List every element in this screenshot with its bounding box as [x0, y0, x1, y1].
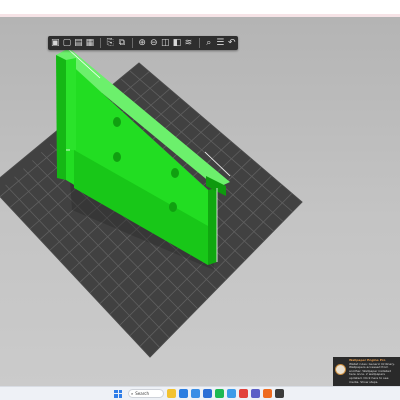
mount-hole	[113, 117, 121, 127]
delete-icon: ▢	[62, 37, 72, 48]
split-objects-button[interactable]: ◫	[160, 37, 171, 49]
3d-viewport[interactable]: ▣ ▢ ▤ ▦ ⎘ ⧉ ⊕ ⊖ ◫ ◧ ≋ ⌕ ☰ ↶	[0, 17, 400, 386]
remove-instance-icon: ⊖	[149, 37, 158, 48]
top-toolbar: ▣ ▢ ▤ ▦ ⎘ ⧉ ⊕ ⊖ ◫ ◧ ≋ ⌕ ☰ ↶	[48, 36, 238, 50]
taskbar-search[interactable]: ⌕ Search	[128, 389, 164, 398]
split-parts-icon: ◧	[172, 37, 182, 48]
scene-canvas[interactable]	[0, 17, 400, 386]
copy-button[interactable]: ⎘	[105, 37, 116, 49]
delete-button[interactable]: ▢	[62, 37, 73, 49]
title-strip	[0, 0, 400, 17]
notification-body: Wallet rules: Generic Ordinary. Wallpape…	[349, 361, 395, 380]
spotify-icon[interactable]	[215, 389, 224, 398]
mount-hole	[113, 152, 121, 162]
add-instance-icon: ⊕	[138, 37, 146, 48]
app-avatar-icon	[335, 364, 346, 375]
undo-icon: ↶	[228, 37, 236, 48]
paste-button[interactable]: ⧉	[117, 37, 128, 49]
toolbar-separator	[132, 38, 133, 48]
split-parts-button[interactable]: ◧	[172, 37, 183, 49]
paste-icon: ⧉	[118, 37, 126, 48]
slicer-icon[interactable]	[263, 389, 272, 398]
chrome-icon[interactable]	[239, 389, 248, 398]
terminal-icon[interactable]	[275, 389, 284, 398]
mount-hole	[171, 168, 179, 178]
mount-hole	[169, 202, 177, 212]
search-button[interactable]: ⌕	[203, 37, 214, 49]
start-button[interactable]	[114, 389, 122, 398]
undo-button[interactable]: ↶	[227, 37, 238, 49]
copy-icon: ⎘	[106, 37, 114, 48]
notification-footer: media. Show steps.	[349, 379, 379, 384]
delete-all-icon: ▤	[74, 37, 83, 48]
toolbar-separator	[100, 38, 101, 48]
browser-icon[interactable]	[179, 389, 188, 398]
arrange-button[interactable]: ▦	[85, 37, 96, 49]
toolbar-separator	[198, 38, 200, 48]
search-placeholder: Search	[135, 391, 149, 396]
model-side-face	[208, 188, 217, 265]
layers-button[interactable]: ☰	[215, 37, 226, 49]
delete-all-button[interactable]: ▤	[73, 37, 84, 49]
store-icon[interactable]	[191, 389, 200, 398]
mail-icon[interactable]	[203, 389, 212, 398]
teams-icon[interactable]	[251, 389, 260, 398]
add-instance-button[interactable]: ⊕	[137, 37, 148, 49]
variable-layer-button[interactable]: ≋	[183, 37, 194, 49]
file-explorer-icon[interactable]	[167, 389, 176, 398]
variable-layer-icon: ≋	[184, 37, 193, 48]
add-object-button[interactable]: ▣	[50, 37, 61, 49]
model-back-face	[56, 55, 66, 180]
layers-icon: ☰	[216, 37, 225, 48]
model-left-rail	[66, 58, 76, 150]
search-icon: ⌕	[206, 37, 212, 48]
photos-icon[interactable]	[227, 389, 236, 398]
toast-notification[interactable]: Wallpaper Engine Pro Wallet rules: Gener…	[333, 357, 400, 386]
split-objects-icon: ◫	[161, 37, 170, 48]
add-object-icon: ▣	[51, 37, 60, 48]
taskbar: ⌕ Search	[0, 386, 400, 400]
arrange-icon: ▦	[85, 37, 95, 48]
remove-instance-button[interactable]: ⊖	[148, 37, 159, 49]
search-icon: ⌕	[131, 391, 134, 396]
